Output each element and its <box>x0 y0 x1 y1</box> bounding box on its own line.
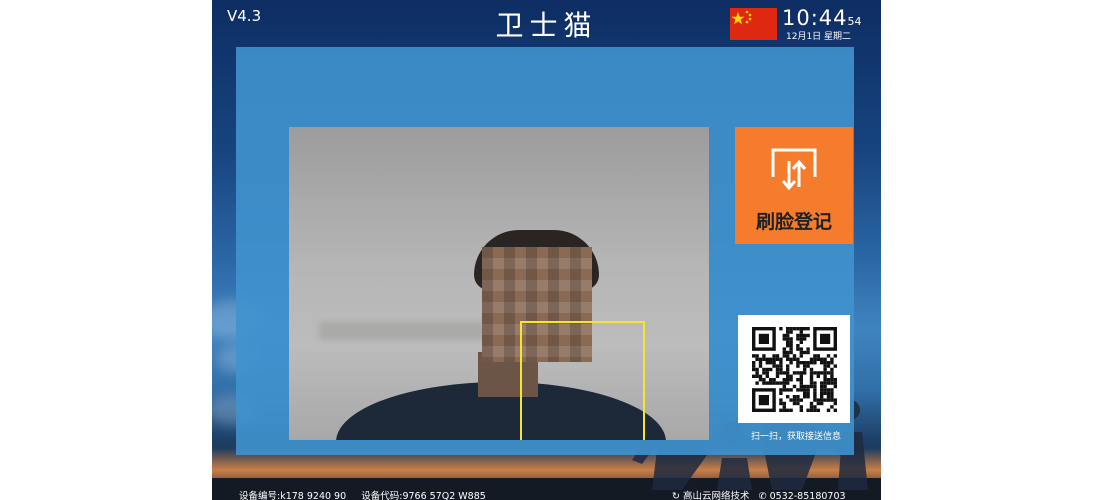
clock-seconds: 54 <box>847 15 862 28</box>
footer-company-info: ↻ 高山云网络技术 ✆ 0532-85180703 <box>672 488 846 500</box>
company-phone: 0532-85180703 <box>769 491 846 500</box>
china-flag-icon <box>730 8 777 40</box>
camera-preview <box>289 127 709 440</box>
clock: 10:4454 <box>782 6 862 30</box>
clock-date: 12月1日 星期二 <box>786 32 852 42</box>
face-register-label: 刷脸登记 <box>755 211 832 233</box>
face-detection-box <box>520 321 645 440</box>
app-title: 卫士猫 <box>495 9 598 42</box>
upload-download-icon <box>771 148 817 191</box>
device-number: 设备编号:k178 9240 90 <box>239 491 347 500</box>
company-logo-icon: ↻ <box>672 491 680 500</box>
qr-code <box>738 315 850 423</box>
clock-time: 10:44 <box>782 6 848 30</box>
kiosk-screen: V4.3 卫士猫 10:4454 12月1日 星期二 刷脸登记 扫一扫，获取接送… <box>212 0 881 500</box>
company-name: 高山云网络技术 <box>683 491 750 500</box>
device-code: 设备代码:9766 57Q2 W885 <box>361 491 486 500</box>
footer-device-info: 设备编号:k178 9240 90 设备代码:9766 57Q2 W885 <box>239 488 486 500</box>
face-register-button[interactable]: 刷脸登记 <box>735 127 853 244</box>
qr-code-icon <box>752 327 837 412</box>
phone-icon: ✆ <box>758 491 767 500</box>
main-panel: 刷脸登记 扫一扫，获取接送信息 <box>236 47 854 455</box>
qr-caption: 扫一扫，获取接送信息 <box>750 432 841 442</box>
